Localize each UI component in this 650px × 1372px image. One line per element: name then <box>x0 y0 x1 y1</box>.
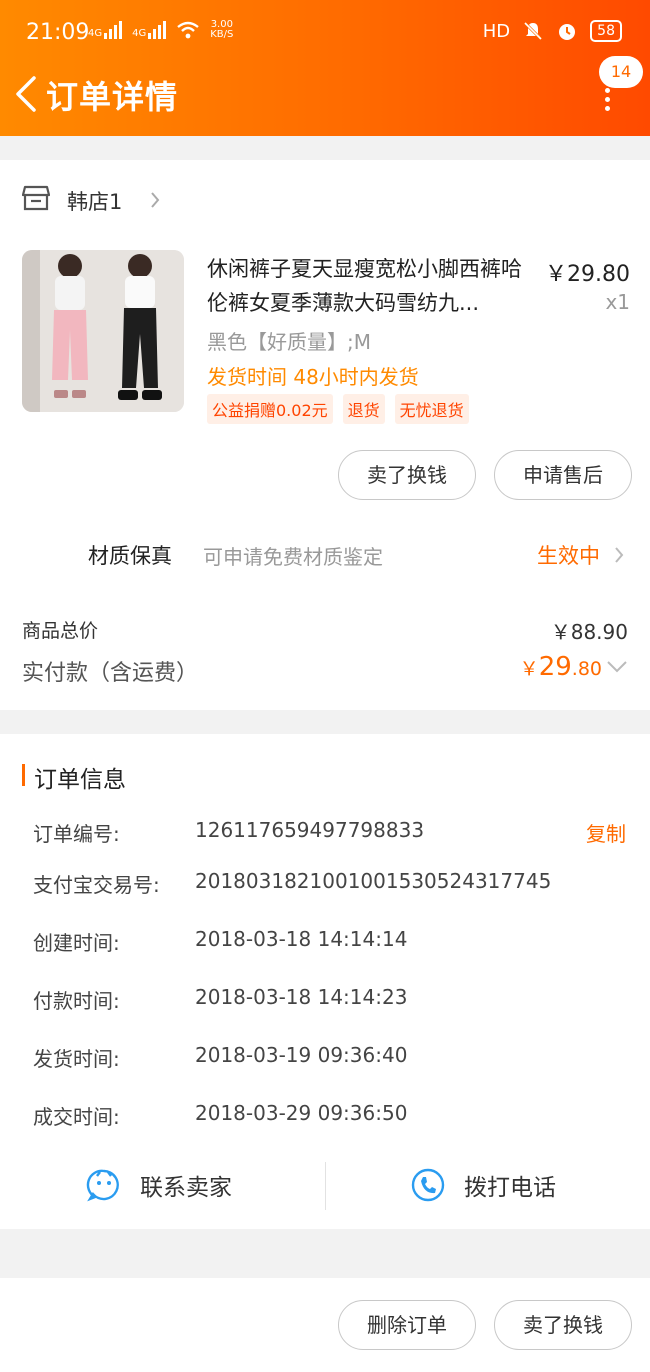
product-price: ￥29.80 <box>545 262 630 287</box>
delete-order-button[interactable]: 删除订单 <box>338 1300 476 1350</box>
after-sale-button[interactable]: 申请售后 <box>494 450 632 500</box>
chevron-right-icon <box>615 547 624 563</box>
contact-seller-button[interactable]: 联系卖家 <box>86 1154 232 1216</box>
page-title: 订单详情 <box>46 78 179 116</box>
order-number-row: 订单编号: 126117659497798833 <box>33 818 425 846</box>
message-badge[interactable]: 14 <box>599 56 643 88</box>
material-label: 材质保真 <box>88 544 172 568</box>
footer-sell-for-cash-button[interactable]: 卖了换钱 <box>494 1300 632 1350</box>
wifi-icon <box>177 21 199 39</box>
store-row[interactable]: 韩店1 <box>0 160 650 236</box>
network-2: 4G <box>132 21 167 39</box>
chevron-right-icon <box>151 192 160 208</box>
status-time: 21:09 <box>26 20 90 45</box>
chat-icon <box>86 1169 119 1202</box>
product-title[interactable]: 休闲裤子夏天显瘦宽松小脚西裤哈伦裤女夏季薄款大码雪纺九... <box>207 252 537 320</box>
store-name: 韩店1 <box>67 190 123 214</box>
service-tags: 公益捐赠0.02元 退货 无忧退货 <box>207 394 469 424</box>
signal-icon <box>104 21 123 39</box>
call-phone-button[interactable]: 拨打电话 <box>410 1154 556 1216</box>
charity-tag: 公益捐赠0.02元 <box>207 394 333 424</box>
status-right: HD 58 <box>483 20 622 42</box>
mute-icon <box>524 21 543 41</box>
network-1: 4G <box>88 21 123 39</box>
store-icon <box>22 185 50 211</box>
alipay-trade-row: 支付宝交易号: 2018031821001001530524317745 <box>33 869 552 897</box>
product-sku: 黑色【好质量】;M <box>207 330 371 354</box>
back-arrow-icon[interactable] <box>12 74 42 114</box>
material-status: 生效中 <box>537 544 600 568</box>
alarm-icon <box>559 24 576 40</box>
network-indicators: 4G 4G 3.00 KB/S <box>88 20 233 40</box>
phone-icon <box>411 1168 445 1202</box>
total-price-label: 商品总价 <box>22 620 99 642</box>
app-header: 21:09 4G 4G 3.00 KB/S HD 58 订单详情 14 <box>0 0 650 136</box>
hd-indicator: HD <box>482 20 511 42</box>
worry-free-return-tag: 无忧退货 <box>394 394 469 424</box>
order-item-card: 韩店1 休闲裤子夏天显瘦宽松小脚西裤哈伦裤女夏季薄款大码雪纺九... ￥29.8… <box>0 160 650 710</box>
chevron-down-icon[interactable] <box>606 660 628 674</box>
product-image[interactable] <box>22 250 184 412</box>
paid-amount-value: ￥29.80 <box>519 652 602 682</box>
created-time-row: 创建时间: 2018-03-18 14:14:14 <box>33 927 408 955</box>
battery-icon: 58 <box>590 20 622 42</box>
product-photo-icon <box>22 250 184 412</box>
order-info-title: 订单信息 <box>22 760 126 794</box>
completed-time-row: 成交时间: 2018-03-29 09:36:50 <box>33 1101 408 1129</box>
shipping-time: 发货时间 48小时内发货 <box>207 365 419 389</box>
signal-icon <box>148 21 167 39</box>
shipped-time-row: 发货时间: 2018-03-19 09:36:40 <box>33 1043 408 1071</box>
total-price-value: ￥88.90 <box>550 620 628 644</box>
contact-bar: 联系卖家 拨打电话 <box>0 1154 650 1216</box>
call-phone-label: 拨打电话 <box>464 1175 556 1201</box>
contact-seller-label: 联系卖家 <box>140 1175 232 1201</box>
bottom-action-bar: 删除订单 卖了换钱 <box>0 1278 650 1372</box>
order-info-card: 订单信息 复制 订单编号: 126117659497798833 支付宝交易号:… <box>0 734 650 1229</box>
paid-amount-label: 实付款（含运费） <box>22 661 199 686</box>
paid-time-row: 付款时间: 2018-03-18 14:14:23 <box>33 985 408 1013</box>
return-tag: 退货 <box>342 394 385 424</box>
contact-divider <box>325 1162 326 1210</box>
status-bar: 21:09 4G 4G 3.00 KB/S HD 58 <box>0 0 650 64</box>
material-desc: 可申请免费材质鉴定 <box>203 545 383 569</box>
sell-for-cash-button[interactable]: 卖了换钱 <box>338 450 476 500</box>
net-speed: 3.00 KB/S <box>210 19 234 40</box>
more-menu-icon[interactable] <box>602 88 612 114</box>
product-quantity: x1 <box>605 290 630 314</box>
